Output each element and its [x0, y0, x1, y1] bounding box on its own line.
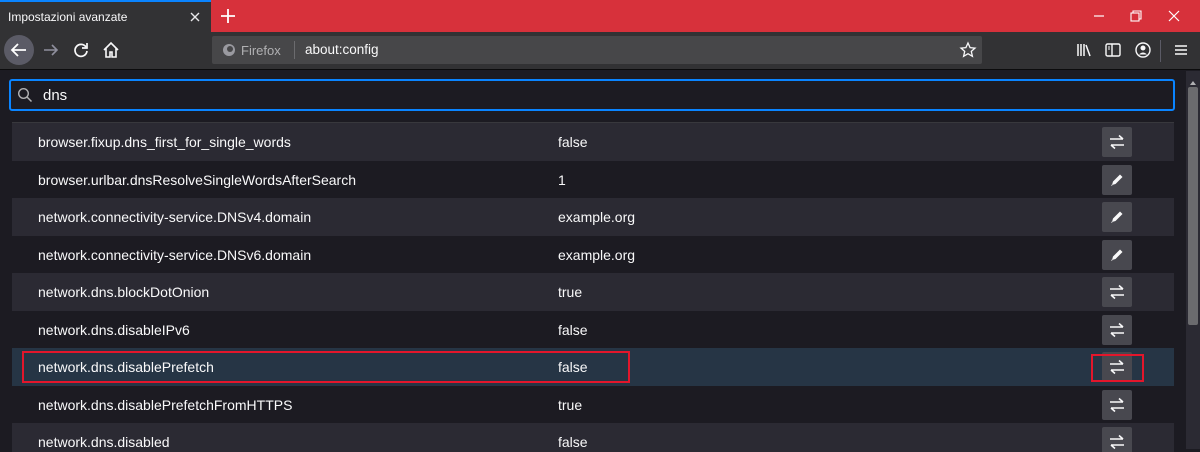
- forward-icon[interactable]: [40, 39, 62, 61]
- pref-row[interactable]: network.dns.disabled false: [12, 423, 1174, 452]
- toggle-button[interactable]: [1102, 314, 1132, 345]
- pref-name: network.dns.disableIPv6: [38, 321, 190, 338]
- library-icon[interactable]: [1073, 39, 1095, 61]
- edit-button[interactable]: [1102, 202, 1132, 232]
- firefox-logo-icon: [222, 43, 236, 57]
- pref-row[interactable]: browser.fixup.dns_first_for_single_words…: [12, 123, 1174, 161]
- toolbar-separator: [1160, 40, 1161, 62]
- pref-row[interactable]: network.dns.blockDotOnion true: [12, 273, 1174, 311]
- tab-impostazioni-avanzate[interactable]: Impostazioni avanzate: [0, 0, 211, 32]
- home-icon[interactable]: [100, 39, 122, 61]
- pref-value: false: [558, 359, 588, 375]
- url-separator: [294, 41, 295, 59]
- url-text[interactable]: about:config: [305, 42, 379, 57]
- pref-name: network.dns.disablePrefetch: [38, 359, 214, 375]
- pref-name: network.dns.disabled: [38, 434, 170, 450]
- restore-icon[interactable]: [1125, 5, 1147, 27]
- navigation-toolbar: Firefox about:config: [0, 32, 1200, 70]
- menu-icon[interactable]: [1170, 39, 1192, 61]
- search-icon: [17, 87, 33, 103]
- about-config-page: browser.fixup.dns_first_for_single_words…: [0, 71, 1186, 452]
- sidebar-icon[interactable]: [1102, 39, 1124, 61]
- close-icon[interactable]: [186, 8, 204, 26]
- pref-name: browser.fixup.dns_first_for_single_words: [38, 134, 291, 150]
- pref-row[interactable]: network.connectivity-service.DNSv4.domai…: [12, 198, 1174, 236]
- pref-row[interactable]: browser.urlbar.dnsResolveSingleWordsAfte…: [12, 160, 1174, 198]
- pref-value: true: [558, 396, 583, 413]
- pref-value: 1: [558, 171, 566, 188]
- toggle-button[interactable]: [1102, 427, 1132, 452]
- pref-value: example.org: [558, 209, 636, 225]
- toggle-button[interactable]: [1102, 127, 1132, 157]
- identity-label: Firefox: [241, 43, 281, 58]
- url-bar[interactable]: Firefox about:config: [212, 36, 982, 64]
- back-button[interactable]: [4, 35, 34, 65]
- pref-value: true: [558, 284, 583, 300]
- reload-icon[interactable]: [70, 39, 92, 61]
- pref-row[interactable]: network.connectivity-service.DNSv6.domai…: [12, 235, 1174, 273]
- preferences-table: browser.fixup.dns_first_for_single_words…: [12, 122, 1174, 452]
- pref-name: network.connectivity-service.DNSv4.domai…: [38, 209, 312, 225]
- close-window-icon[interactable]: [1163, 5, 1185, 27]
- account-icon[interactable]: [1132, 39, 1154, 61]
- bookmark-star-icon[interactable]: [958, 40, 978, 60]
- pref-row[interactable]: network.dns.disableIPv6 false: [12, 310, 1174, 348]
- pref-name: network.dns.disablePrefetchFromHTTPS: [38, 396, 293, 413]
- pref-name: network.dns.blockDotOnion: [38, 284, 210, 300]
- toggle-button[interactable]: [1102, 352, 1132, 382]
- toggle-button[interactable]: [1102, 277, 1132, 307]
- scroll-thumb[interactable]: [1188, 87, 1198, 325]
- scrollbar[interactable]: [1186, 71, 1200, 449]
- search-box[interactable]: [9, 79, 1175, 111]
- search-input[interactable]: [41, 84, 1141, 106]
- edit-button[interactable]: [1102, 164, 1132, 195]
- pref-value: false: [558, 321, 588, 338]
- edit-button[interactable]: [1102, 239, 1132, 270]
- pref-value: example.org: [558, 246, 636, 263]
- title-bar: Impostazioni avanzate: [0, 0, 1200, 32]
- tab-title: Impostazioni avanzate: [8, 10, 128, 24]
- pref-name: network.connectivity-service.DNSv6.domai…: [38, 246, 312, 263]
- pref-value: false: [558, 134, 588, 150]
- pref-row[interactable]: network.dns.disablePrefetchFromHTTPS true: [12, 385, 1174, 423]
- pref-row[interactable]: network.dns.disablePrefetch false: [12, 348, 1174, 386]
- pref-name: browser.urlbar.dnsResolveSingleWordsAfte…: [38, 171, 357, 188]
- pref-value: false: [558, 434, 588, 450]
- minimize-icon[interactable]: [1088, 5, 1110, 27]
- toggle-button[interactable]: [1102, 389, 1132, 420]
- new-tab-button[interactable]: [216, 4, 240, 28]
- scroll-up-arrow-icon[interactable]: [1189, 74, 1197, 85]
